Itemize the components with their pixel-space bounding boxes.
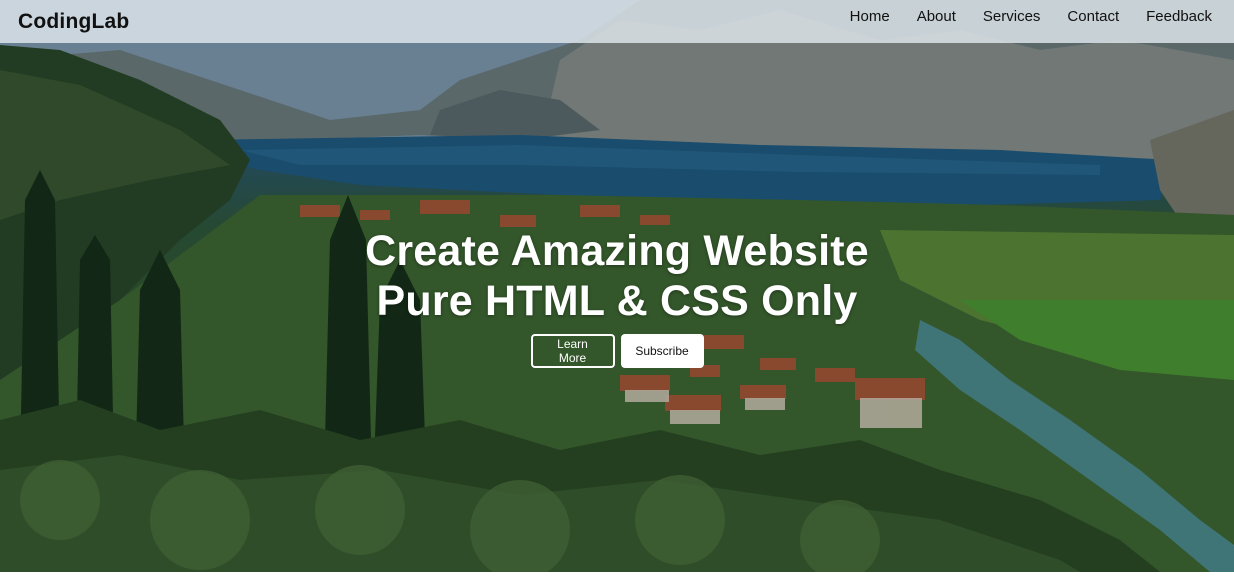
hero-content: Create Amazing Website Pure HTML & CSS O… xyxy=(0,226,1234,368)
nav-link-services[interactable]: Services xyxy=(983,8,1041,25)
hero-headline-line1: Create Amazing Website xyxy=(365,227,869,275)
nav-links: Home About Services Contact Feedback xyxy=(823,0,1212,38)
nav-link-feedback[interactable]: Feedback xyxy=(1146,8,1212,25)
hero-headline: Create Amazing Website Pure HTML & CSS O… xyxy=(0,226,1234,326)
subscribe-button[interactable]: Subscribe xyxy=(620,334,704,368)
hero-buttons: Learn More Subscribe xyxy=(0,334,1234,368)
hero-headline-line2: Pure HTML & CSS Only xyxy=(376,277,858,325)
nav-link-home[interactable]: Home xyxy=(850,8,890,25)
top-navbar: CodingLab Home About Services Contact Fe… xyxy=(0,0,1234,43)
nav-link-contact[interactable]: Contact xyxy=(1067,8,1119,25)
landing-page: CodingLab Home About Services Contact Fe… xyxy=(0,0,1234,583)
learn-more-button[interactable]: Learn More xyxy=(530,334,615,368)
nav-link-about[interactable]: About xyxy=(917,8,956,25)
page-bottom-strip xyxy=(0,572,1234,583)
brand-logo[interactable]: CodingLab xyxy=(18,10,129,34)
